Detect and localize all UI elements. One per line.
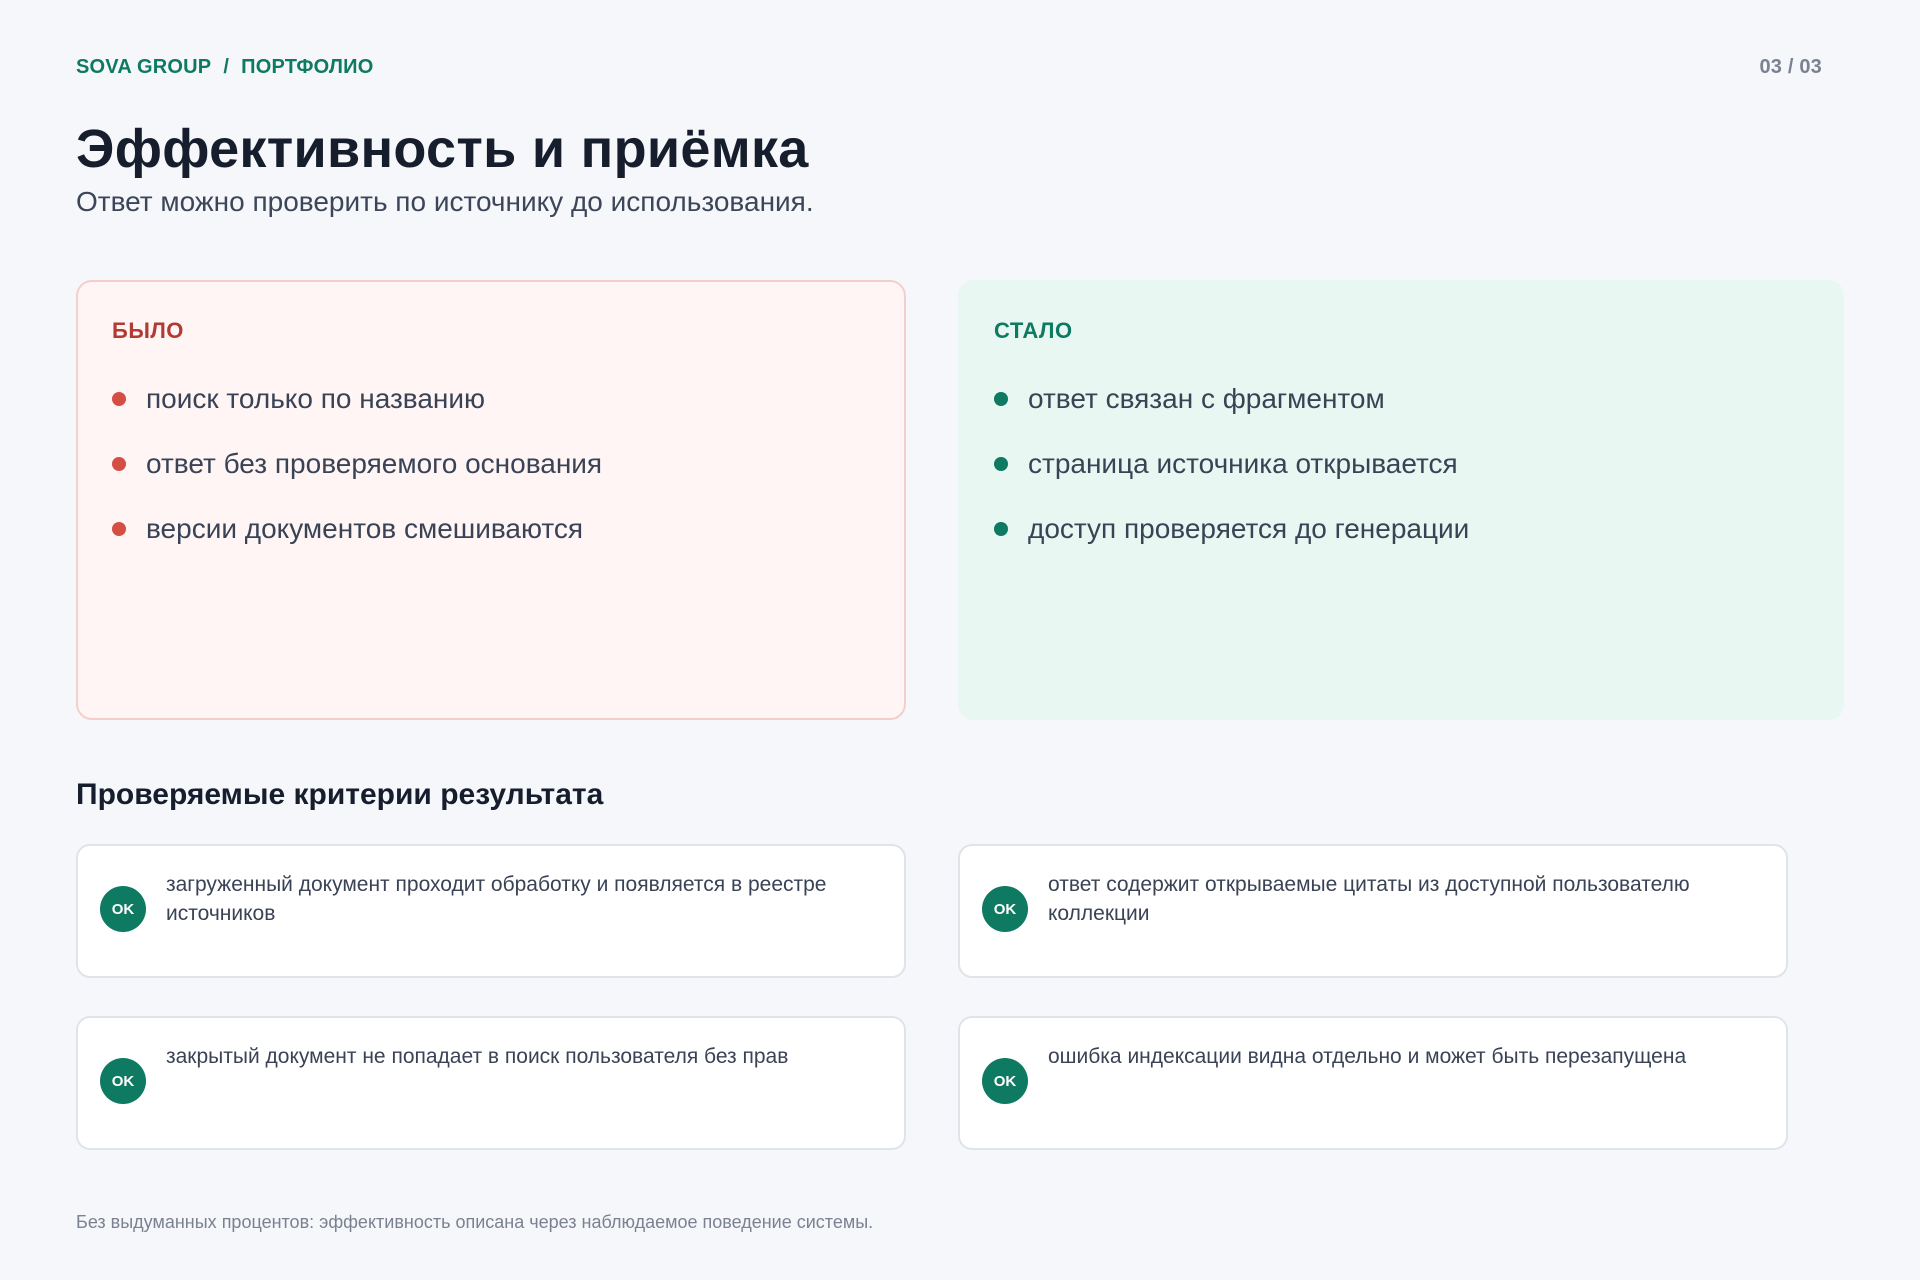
- before-item: поиск только по названию: [112, 366, 870, 431]
- criteria-card: OK ошибка индексации видна отдельно и мо…: [958, 1016, 1788, 1150]
- criteria-card: OK ответ содержит открываемые цитаты из …: [958, 844, 1788, 978]
- bullet-dot-icon: [112, 456, 126, 471]
- criteria-text: ответ содержит открываемые цитаты из дос…: [1048, 873, 1690, 925]
- before-list: поиск только по названию ответ без прове…: [112, 366, 870, 561]
- breadcrumb-brand: SOVA GROUP: [76, 56, 212, 78]
- before-item-text: ответ без проверяемого основания: [146, 447, 603, 479]
- bullet-dot-icon: [994, 456, 1008, 471]
- criteria-card: OK загруженный документ проходит обработ…: [76, 844, 906, 978]
- ok-badge: OK: [982, 1058, 1028, 1104]
- after-item-text: ответ связан с фрагментом: [1028, 382, 1385, 414]
- after-item: доступ проверяется до генерации: [994, 496, 1808, 561]
- after-item: страница источника открывается: [994, 431, 1808, 496]
- top-bar: SOVA GROUP / ПОРТФОЛИО 03 / 03: [76, 56, 1822, 79]
- before-item-text: версии документов смешиваются: [146, 512, 584, 544]
- criteria-text: загруженный документ проходит обработку …: [166, 873, 827, 925]
- page-counter: 03 / 03: [1759, 56, 1822, 78]
- before-item: ответ без проверяемого основания: [112, 431, 870, 496]
- bullet-dot-icon: [994, 391, 1008, 406]
- before-card: БЫЛО поиск только по названию ответ без …: [76, 280, 906, 720]
- criteria-text: закрытый документ не попадает в поиск по…: [166, 1045, 789, 1068]
- before-item-text: поиск только по названию: [146, 382, 486, 414]
- before-item: версии документов смешиваются: [112, 496, 870, 561]
- criteria-title: Проверяемые критерии результата: [76, 778, 604, 811]
- breadcrumb: SOVA GROUP / ПОРТФОЛИО: [76, 56, 373, 79]
- breadcrumb-section: ПОРТФОЛИО: [241, 56, 374, 78]
- ok-badge: OK: [100, 1058, 146, 1104]
- page-title: Эффективность и приёмка: [76, 119, 809, 179]
- bullet-dot-icon: [112, 521, 126, 536]
- footnote: Без выдуманных процентов: эффективность …: [76, 1212, 874, 1232]
- after-item: ответ связан с фрагментом: [994, 366, 1808, 431]
- breadcrumb-separator: /: [223, 56, 230, 78]
- after-list: ответ связан с фрагментом страница источ…: [994, 366, 1808, 561]
- ok-badge: OK: [982, 886, 1028, 932]
- criteria-text: ошибка индексации видна отдельно и может…: [1048, 1045, 1687, 1068]
- after-card: СТАЛО ответ связан с фрагментом страница…: [958, 280, 1844, 720]
- page-subtitle: Ответ можно проверить по источнику до ис…: [76, 186, 814, 217]
- after-label: СТАЛО: [994, 318, 1073, 343]
- bullet-dot-icon: [994, 521, 1008, 536]
- after-item-text: страница источника открывается: [1028, 447, 1458, 479]
- criteria-card: OK закрытый документ не попадает в поиск…: [76, 1016, 906, 1150]
- after-item-text: доступ проверяется до генерации: [1028, 512, 1470, 544]
- ok-badge: OK: [100, 886, 146, 932]
- bullet-dot-icon: [112, 391, 126, 406]
- slide: SOVA GROUP / ПОРТФОЛИО 03 / 03 Эффективн…: [0, 0, 1920, 1280]
- before-label: БЫЛО: [112, 318, 184, 343]
